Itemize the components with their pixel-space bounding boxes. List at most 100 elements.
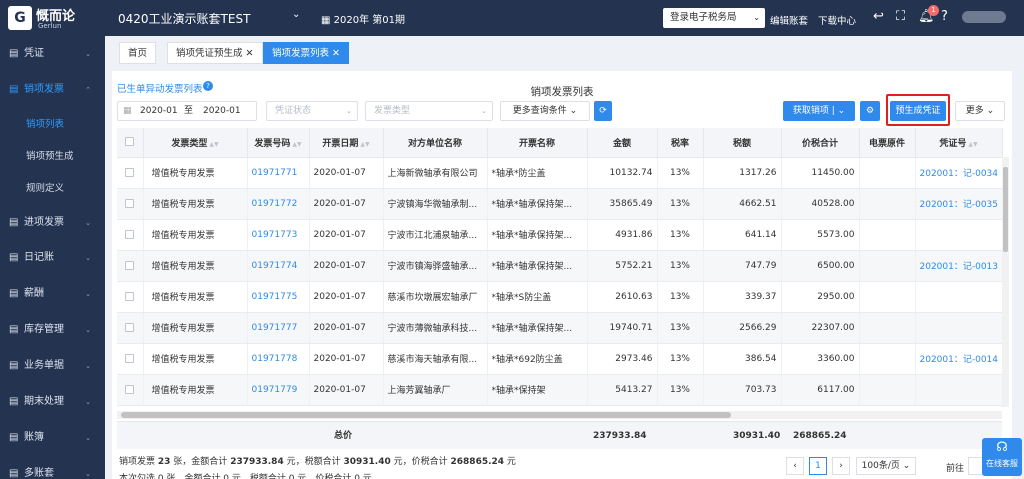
- tax-bureau-label: 登录电子税务局: [670, 12, 737, 23]
- col-invoice-no[interactable]: 发票号码 ▲▼: [247, 128, 310, 158]
- select-all-checkbox[interactable]: [117, 128, 144, 158]
- col-voucher-no[interactable]: 凭证号 ▲▼: [915, 128, 1003, 158]
- cell[interactable]: [915, 219, 1003, 251]
- date-range-picker[interactable]: ▦ 2020-01 至 2020-01: [117, 101, 257, 121]
- scroll-thumb[interactable]: [1003, 167, 1008, 252]
- row-checkbox[interactable]: [117, 312, 144, 344]
- chevron-down-icon[interactable]: ⌄: [292, 9, 300, 20]
- sidebar-item-period-end[interactable]: ▤ 期末处理 ⌄: [0, 385, 105, 419]
- voucher-status-select[interactable]: 凭证状态 ⌄: [266, 101, 358, 121]
- row-checkbox[interactable]: [117, 219, 144, 251]
- cell[interactable]: 01971775: [247, 281, 310, 313]
- online-service-button[interactable]: ☊ 在线客服: [982, 438, 1022, 476]
- sidebar-sub-sales-pregen[interactable]: 销项预生成: [0, 141, 105, 173]
- table-row[interactable]: 增值税专用发票 01971773 2020-01-07 宁波市江北浦泉轴承... *轴承…: [117, 219, 1003, 251]
- cell[interactable]: [915, 281, 1003, 313]
- table-row[interactable]: 增值税专用发票 01971772 2020-01-07 宁波镇海华微轴承制... *轴承…: [117, 188, 1003, 220]
- cell[interactable]: [915, 374, 1003, 406]
- row-checkbox[interactable]: [117, 374, 144, 406]
- sidebar-item-sales-invoice[interactable]: ▤ 销项发票 ⌃: [0, 73, 105, 107]
- cell: 641.14: [703, 219, 782, 251]
- sidebar-item-inventory[interactable]: ▤ 库存管理 ⌄: [0, 313, 105, 347]
- cell: 慈溪市海天轴承有限...: [383, 343, 488, 375]
- sidebar-item-salary[interactable]: ▤ 薪酬 ⌄: [0, 277, 105, 311]
- prev-page-button[interactable]: ‹: [786, 457, 804, 475]
- help-icon[interactable]: ?: [941, 9, 948, 24]
- row-checkbox[interactable]: [117, 281, 144, 313]
- cell[interactable]: 01971778: [247, 343, 310, 375]
- sort-icon[interactable]: ▲▼: [968, 141, 977, 148]
- period-selector[interactable]: ▦ 2020年 第01期: [321, 11, 405, 26]
- download-center-link[interactable]: 下载中心: [818, 13, 856, 27]
- next-page-button[interactable]: ›: [832, 457, 850, 475]
- cell[interactable]: 01971779: [247, 374, 310, 406]
- avatar[interactable]: [962, 11, 1006, 23]
- table-row[interactable]: 增值税专用发票 01971771 2020-01-07 上海新微轴承有限公司 *轴承*防…: [117, 157, 1003, 189]
- row-checkbox[interactable]: [117, 188, 144, 220]
- sidebar-item-journal[interactable]: ▤ 日记账 ⌄: [0, 241, 105, 275]
- close-icon[interactable]: ✕: [246, 48, 254, 59]
- edit-account-link[interactable]: 编辑账套: [770, 13, 808, 27]
- row-checkbox[interactable]: [117, 250, 144, 282]
- fetch-sales-button[interactable]: 获取销项 | ⌄: [783, 101, 855, 121]
- cell: 增值税专用发票: [143, 157, 248, 189]
- sidebar-sub-sales-list[interactable]: 销项列表: [0, 109, 105, 141]
- more-query-button[interactable]: 更多查询条件 ⌄: [500, 101, 590, 121]
- table-row[interactable]: 增值税专用发票 01971777 2020-01-07 宁波市薄微轴承科技... *轴承…: [117, 312, 1003, 344]
- sidebar-sub-rules[interactable]: 规则定义: [0, 173, 105, 205]
- cell: 增值税专用发票: [143, 188, 248, 220]
- cell[interactable]: 202001：记-0034: [915, 157, 1003, 189]
- page-size-select[interactable]: 100条/页 ⌄: [856, 457, 916, 475]
- horizontal-scrollbar[interactable]: [117, 411, 1002, 419]
- table-row[interactable]: 增值税专用发票 01971775 2020-01-07 慈溪市坎墩展宏轴承厂 *轴承*S…: [117, 281, 1003, 313]
- cell[interactable]: [915, 312, 1003, 344]
- cell: [859, 281, 916, 313]
- vertical-scrollbar[interactable]: [1002, 157, 1009, 407]
- cell: 2973.46: [587, 343, 658, 375]
- tab-sales-invoice-list[interactable]: 销项发票列表 ✕: [263, 42, 350, 64]
- sidebar-item-multi-account[interactable]: ▤ 多账套 ⌄: [0, 457, 105, 479]
- tab-home[interactable]: 首页: [119, 42, 157, 64]
- settings-button[interactable]: ⚙: [860, 101, 880, 121]
- scroll-thumb[interactable]: [121, 412, 731, 418]
- cell: *轴承*轴承保持架...: [487, 188, 588, 220]
- cell[interactable]: 01971772: [247, 188, 310, 220]
- account-title[interactable]: 0420工业演示账套TEST: [118, 10, 250, 27]
- sort-icon[interactable]: ▲▼: [209, 141, 218, 148]
- cell[interactable]: 01971773: [247, 219, 310, 251]
- sidebar-item-voucher[interactable]: ▤ 凭证 ⌄: [0, 37, 105, 71]
- cell: 22307.00: [781, 312, 860, 344]
- sidebar-item-ledger[interactable]: ▤ 账簿 ⌄: [0, 421, 105, 455]
- invoice-type-select[interactable]: 发票类型 ⌄: [365, 101, 493, 121]
- row-checkbox[interactable]: [117, 343, 144, 375]
- cell[interactable]: 01971774: [247, 250, 310, 282]
- col-amount: 金额: [587, 128, 658, 158]
- tab-sales-voucher-pregen[interactable]: 销项凭证预生成 ✕: [167, 42, 263, 64]
- cell[interactable]: 202001：记-0035: [915, 188, 1003, 220]
- fullscreen-icon[interactable]: ⛶: [896, 9, 905, 24]
- sidebar-item-business-docs[interactable]: ▤ 业务单据 ⌄: [0, 349, 105, 383]
- logo[interactable]: G 慨而论 Gerlun: [0, 0, 105, 36]
- tax-bureau-login-select[interactable]: 登录电子税务局 ⌄: [663, 8, 765, 28]
- cell[interactable]: 202001：记-0013: [915, 250, 1003, 282]
- cell[interactable]: 01971777: [247, 312, 310, 344]
- sort-icon[interactable]: ▲▼: [360, 141, 369, 148]
- sidebar-item-purchase-invoice[interactable]: ▤ 进项发票 ⌄: [0, 206, 105, 240]
- close-icon[interactable]: ✕: [332, 48, 340, 59]
- cell: 1317.26: [703, 157, 782, 189]
- cell[interactable]: 01971771: [247, 157, 310, 189]
- back-icon[interactable]: ↩: [873, 9, 884, 24]
- col-invoice-date[interactable]: 开票日期 ▲▼: [309, 128, 384, 158]
- col-invoice-type[interactable]: 发票类型 ▲▼: [143, 128, 248, 158]
- more-button[interactable]: 更多 ⌄: [955, 101, 1005, 121]
- row-checkbox[interactable]: [117, 157, 144, 189]
- cell[interactable]: 202001：记-0014: [915, 343, 1003, 375]
- cell: 宁波镇海华微轴承制...: [383, 188, 488, 220]
- invoice-icon: ▤: [9, 217, 19, 228]
- table-row[interactable]: 增值税专用发票 01971778 2020-01-07 慈溪市海天轴承有限... *轴承…: [117, 343, 1003, 375]
- refresh-button[interactable]: ⟳: [594, 101, 612, 121]
- sort-icon[interactable]: ▲▼: [292, 141, 301, 148]
- table-row[interactable]: 增值税专用发票 01971774 2020-01-07 宁波市镇海骅盛轴承... *轴承…: [117, 250, 1003, 282]
- table-row[interactable]: 增值税专用发票 01971779 2020-01-07 上海芳翼轴承厂 *轴承*保持架 5…: [117, 374, 1003, 406]
- page-number[interactable]: 1: [809, 457, 827, 475]
